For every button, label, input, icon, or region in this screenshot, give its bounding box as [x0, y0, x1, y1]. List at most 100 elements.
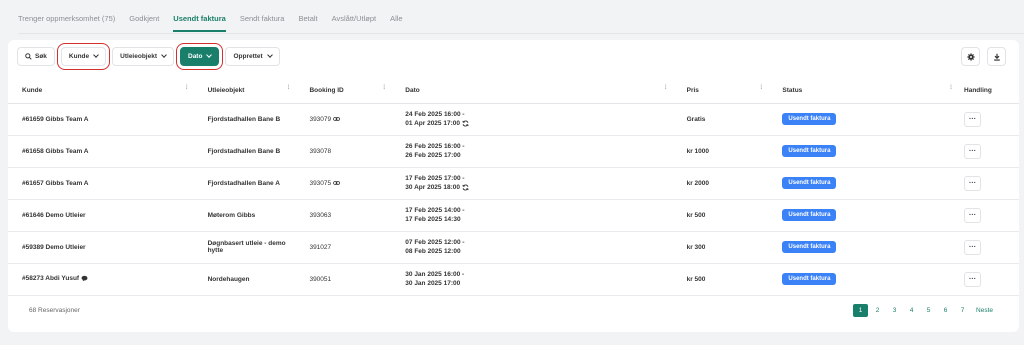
chat-icon[interactable] [81, 275, 88, 282]
cell-pris: kr 500 [678, 199, 775, 232]
cell-kunde[interactable]: #59389 Demo Utleier [8, 231, 200, 264]
cell-kunde[interactable]: #61659 Gibbs Team A [8, 103, 200, 136]
dato-start: 30 Jan 2025 16:00 - [405, 271, 465, 278]
cell-kunde[interactable]: #61658 Gibbs Team A [8, 135, 200, 168]
tab-godkjent[interactable]: Godkjent [129, 10, 159, 32]
pris-text: kr 1000 [686, 147, 710, 155]
tab-betalt[interactable]: Betalt [298, 10, 317, 32]
download-button[interactable] [987, 47, 1006, 66]
cell-kunde[interactable]: #58273 Abdi Yusuf [8, 263, 200, 296]
table-row[interactable]: #61658 Gibbs Team A Fjordstadhallen Bane … [8, 135, 1019, 168]
utleieobjekt-filter[interactable]: Utleieobjekt [112, 47, 174, 66]
column-header-pris[interactable]: Pris ⋮ [678, 78, 775, 104]
table-row[interactable]: #61659 Gibbs Team A Fjordstadhallen Bane … [8, 103, 1019, 136]
pris-text: kr 500 [686, 211, 706, 219]
column-header-utleieobjekt[interactable]: Utleieobjekt ⋮ [199, 78, 302, 104]
booking-id-text: 390051 [309, 275, 332, 283]
tab-trenger-oppmerksomhet-75[interactable]: Trenger oppmerksomhet (75) [18, 10, 115, 32]
status-badge[interactable]: Usendt faktura [782, 177, 837, 189]
table-row[interactable]: #58273 Abdi Yusuf Nordehaugen 390051 30 Jan… [8, 263, 1019, 296]
dato-end: 30 Apr 2025 18:00 [405, 184, 460, 192]
cell-booking-id: 393079 [301, 103, 398, 136]
booking-id-text: 393078 [309, 147, 332, 155]
column-header-label: Pris [686, 86, 699, 94]
dato-filter[interactable]: Dato [175, 43, 224, 70]
download-icon [993, 53, 1000, 61]
kunde-text: #58273 Abdi Yusuf [22, 275, 80, 283]
more-actions-button[interactable]: ··· [964, 175, 982, 191]
column-header-kunde[interactable]: Kunde ⋮ [8, 78, 200, 104]
repeat-icon [462, 120, 469, 127]
more-actions-button[interactable]: ··· [964, 239, 982, 255]
cell-status: Usendt faktura [774, 135, 965, 168]
status-badge[interactable]: Usendt faktura [782, 241, 837, 253]
cell-handling: ··· [964, 135, 1019, 168]
column-header-label: Handling [964, 86, 992, 94]
sort-icon: ⋮ [662, 85, 669, 91]
chevron-down-icon [266, 52, 273, 58]
column-header-label: Status [782, 86, 803, 94]
column-header-label: Dato [405, 86, 420, 94]
column-header-label: Kunde [22, 86, 43, 94]
table-row[interactable]: #61646 Demo Utleier Møterom Gibbs 393063 17… [8, 199, 1019, 232]
utleieobjekt-text: Nordehaugen [207, 275, 250, 283]
column-header-booking-id[interactable]: Booking ID ⋮ [301, 78, 398, 104]
more-actions-button[interactable]: ··· [964, 271, 982, 287]
pris-text: kr 2000 [686, 179, 710, 187]
cell-utleieobjekt: Døgnbasert utleie - demo hytte [199, 231, 302, 264]
tab-sendt-faktura[interactable]: Sendt faktura [240, 10, 285, 32]
reservations-table: Kunde ⋮ Utleieobjekt ⋮ Booking ID ⋮ Dato ⋮ P… [8, 78, 1019, 296]
search-button[interactable]: Søk [17, 47, 55, 66]
dato-end: 01 Apr 2025 17:00 [405, 120, 460, 128]
status-badge[interactable]: Usendt faktura [782, 209, 837, 221]
page-2-button[interactable]: 2 [870, 304, 885, 317]
cell-utleieobjekt: Fjordstadhallen Bane B [199, 135, 302, 168]
table-row[interactable]: #59389 Demo Utleier Døgnbasert utleie - d… [8, 231, 1019, 264]
cell-status: Usendt faktura [774, 103, 965, 136]
link-icon [333, 116, 341, 121]
cell-kunde[interactable]: #61646 Demo Utleier [8, 199, 200, 232]
tab-usendt-faktura[interactable]: Usendt faktura [173, 10, 226, 32]
tab-alle[interactable]: Alle [390, 10, 403, 32]
more-icon: ··· [969, 275, 977, 283]
cell-handling: ··· [964, 263, 1019, 296]
more-actions-button[interactable]: ··· [964, 111, 982, 127]
page-5-button[interactable]: 5 [921, 304, 936, 317]
dato-end: 26 Feb 2025 17:00 [405, 152, 461, 159]
cell-dato: 26 Feb 2025 16:00 - 26 Feb 2025 17:00 [397, 135, 679, 168]
cell-dato: 30 Jan 2025 16:00 - 30 Jan 2025 17:00 [397, 263, 679, 296]
next-page-button[interactable]: Neste [976, 304, 993, 317]
opprettet-filter-label: Opprettet [233, 53, 263, 60]
status-badge[interactable]: Usendt faktura [782, 145, 837, 157]
page-1-button[interactable]: 1 [853, 304, 869, 317]
page-6-button[interactable]: 6 [938, 304, 953, 317]
page-4-button[interactable]: 4 [904, 304, 919, 317]
cell-handling: ··· [964, 167, 1019, 200]
more-icon: ··· [969, 243, 977, 251]
kunde-text: #61657 Gibbs Team A [22, 179, 89, 187]
dato-filter-label: Dato [188, 53, 203, 60]
status-badge[interactable]: Usendt faktura [782, 113, 837, 125]
cell-kunde[interactable]: #61657 Gibbs Team A [8, 167, 200, 200]
status-badge[interactable]: Usendt faktura [782, 273, 837, 285]
utleieobjekt-text: Fjordstadhallen Bane A [207, 179, 280, 187]
page-3-button[interactable]: 3 [887, 304, 902, 317]
dato-end: 17 Feb 2025 14:30 [405, 216, 461, 223]
column-header-dato[interactable]: Dato ⋮ [397, 78, 679, 104]
chevron-down-icon [206, 52, 213, 58]
cell-pris: kr 300 [678, 231, 775, 264]
tab-avslått-utløpt[interactable]: Avslått/Utløpt [332, 10, 376, 32]
settings-button[interactable] [961, 47, 980, 66]
table-row[interactable]: #61657 Gibbs Team A Fjordstadhallen Bane … [8, 167, 1019, 200]
cell-booking-id: 393063 [301, 199, 398, 232]
kunde-filter[interactable]: Kunde [56, 43, 111, 70]
page-7-button[interactable]: 7 [955, 304, 970, 317]
more-actions-button[interactable]: ··· [964, 143, 982, 159]
column-header-label: Booking ID [309, 86, 344, 94]
cell-utleieobjekt: Møterom Gibbs [199, 199, 302, 232]
cell-booking-id: 393075 [301, 167, 398, 200]
more-actions-button[interactable]: ··· [964, 207, 982, 223]
column-header-status[interactable]: Status ⋮ [774, 78, 965, 104]
dato-start: 17 Feb 2025 17:00 - [405, 174, 465, 182]
opprettet-filter[interactable]: Opprettet [225, 47, 280, 66]
